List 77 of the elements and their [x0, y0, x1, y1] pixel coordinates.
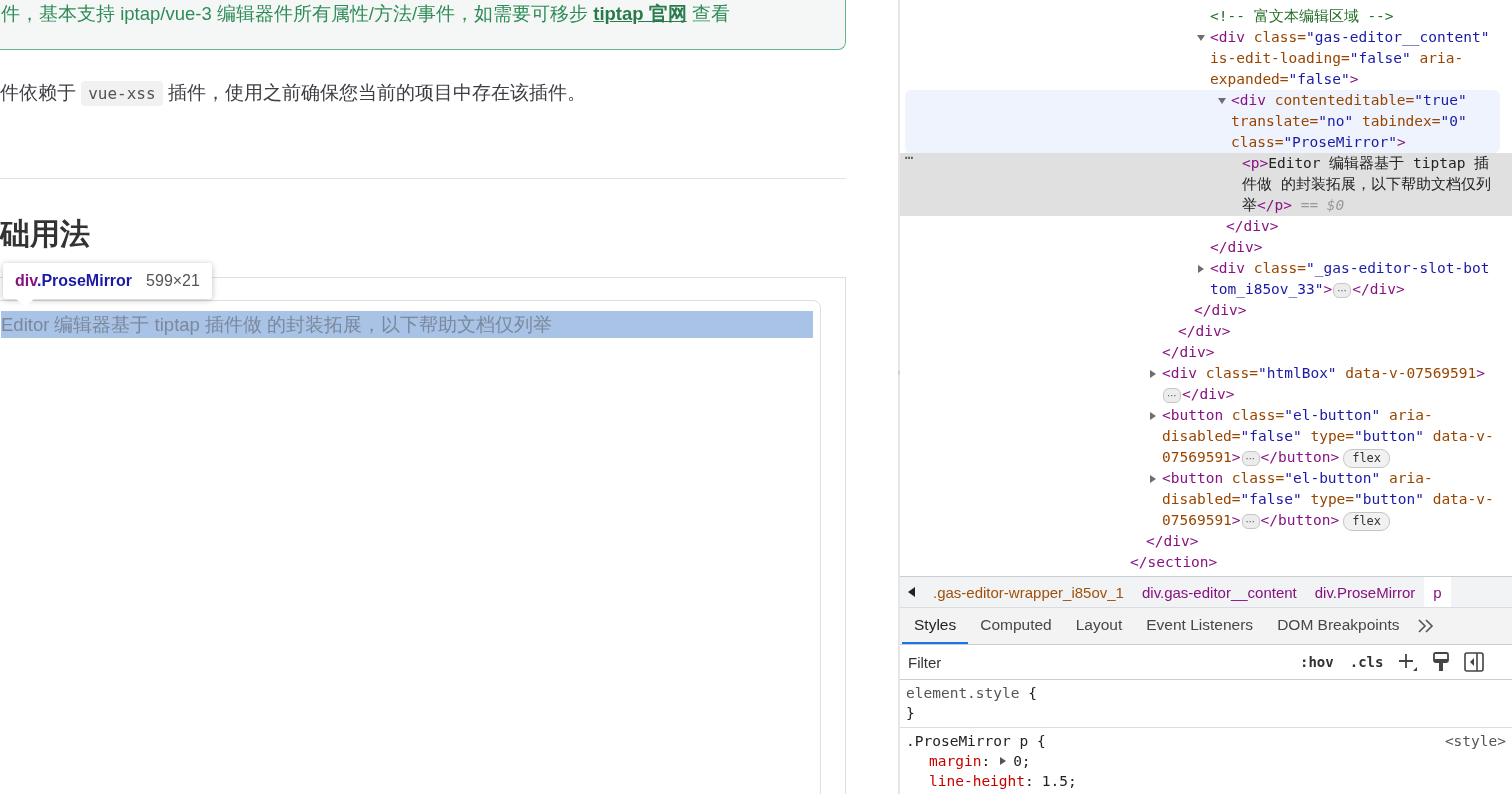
code-text: </div>	[1162, 343, 1215, 362]
code-text: </div>	[1182, 385, 1235, 404]
collapsed-triangle-icon[interactable]	[1196, 263, 1206, 274]
code-text: <p>Editor 编辑器基于 tiptap 插	[1242, 154, 1490, 173]
code-text: class="ProseMirror">	[1231, 133, 1406, 152]
dom-node[interactable]: <button class="el-button" aria- disabled="false" type="button" data-v- 07569591> ⋯ </button> flex	[900, 405, 1512, 468]
breadcrumb[interactable]: p	[1424, 577, 1451, 607]
panel-tab[interactable]: Computed	[968, 608, 1064, 644]
code-text: </div>	[1210, 238, 1263, 257]
breadcrumb[interactable]: div.gas-editor__content	[1132, 577, 1306, 607]
code-text: 举</p> == $0	[1242, 196, 1345, 215]
code-text: 07569591>	[1162, 448, 1241, 467]
panel-tab[interactable]: Layout	[1063, 608, 1135, 644]
code-text: <div class="htmlBox" data-v-07569591>	[1162, 364, 1486, 383]
code-text: <div contenteditable="true"	[1231, 91, 1467, 110]
code-text: <div class="_gas-editor-slot-bot	[1210, 259, 1490, 279]
code-text: </div>	[1178, 322, 1231, 341]
panel-tab[interactable]: Styles	[902, 608, 969, 644]
css-value: 1.5;	[1041, 772, 1077, 791]
tip-text: 件，基本支持 iptap/vue-3 编辑器件所有属性/方法/事件，如需要可移步 tiptap 官网 查看	[1, 2, 731, 26]
code-text: 件做 的封装拓展，以下帮助文档仅列	[1242, 175, 1491, 194]
dom-node[interactable]: <div class="_gas-editor-slot-bot tom_i85ov_33"> ⋯ </div>	[900, 258, 1512, 300]
css-selector: .ProseMirror p {	[906, 732, 1046, 751]
colon: :	[1025, 772, 1034, 791]
code-text: disabled="false" type="button" data-v-	[1162, 427, 1494, 446]
code-text: </section>	[1130, 553, 1218, 572]
hover-state-toggle[interactable]: :hov	[1295, 654, 1339, 670]
scroll-left-icon[interactable]	[908, 587, 916, 597]
css-property: line-height	[929, 772, 1026, 791]
colon: :	[981, 752, 991, 771]
flex-badge[interactable]: flex	[1343, 449, 1391, 468]
ellipsis-button[interactable]: ⋯	[1241, 451, 1260, 466]
tiptap-link[interactable]: tiptap 官网	[593, 3, 687, 24]
code-text: tom_i85ov_33">	[1210, 280, 1333, 300]
expanded-triangle-icon[interactable]	[1217, 95, 1227, 106]
dom-node[interactable]: <div class="gas-editor__content" is-edit-loading="false" aria- expanded="false">	[900, 27, 1512, 90]
dom-node[interactable]: <button class="el-button" aria- disabled="false" type="button" data-v- 07569591> ⋯ </button> flex	[900, 468, 1512, 531]
code-text: </div>	[1146, 532, 1199, 551]
expanded-triangle-icon[interactable]	[1196, 32, 1206, 43]
css-value: 0;	[1013, 752, 1031, 771]
breadcrumb[interactable]: .gas-editor-wrapper_i85ov_1	[924, 577, 1133, 607]
html-comment: <!-- 富文本编辑区域 -->	[1210, 7, 1394, 26]
code-text: disabled="false" type="button" data-v-	[1162, 490, 1494, 509]
dom-node[interactable]: <div class="htmlBox" data-v-07569591> ⋯ </div>	[900, 363, 1512, 405]
dom-node[interactable]: <!-- 富文本编辑区域 -->	[900, 6, 1512, 27]
panel-tab[interactable]: Event Listeners	[1134, 608, 1266, 644]
code-text: </div>	[1226, 217, 1279, 236]
dom-node[interactable]: ⋯ <p>Editor 编辑器基于 tiptap 插 件做 的封装拓展，以下帮助文档仅列 举</p> == $0	[900, 153, 1512, 216]
class-toggle[interactable]: .cls	[1344, 654, 1389, 670]
code-text: </div>	[1352, 280, 1405, 299]
code-text: </button>	[1260, 511, 1340, 530]
code-text: 07569591>	[1162, 511, 1241, 530]
css-selector: element.style {	[906, 684, 1037, 703]
ellipsis-button[interactable]: ⋯	[1241, 514, 1260, 529]
ellipsis-button[interactable]: ⋯	[1333, 283, 1352, 298]
code-text: expanded="false">	[1210, 70, 1359, 89]
dependency-note: 件依赖于 vue-xss 插件，使用之前确保您当前的项目中存在该插件。	[0, 80, 898, 107]
ellipsis-button[interactable]: ⋯	[1163, 388, 1181, 403]
code-text: is-edit-loading="false" aria-	[1210, 49, 1464, 68]
element-size: 599×21	[146, 272, 200, 290]
code-text: <button class="el-button" aria-	[1162, 406, 1433, 425]
breadcrumb[interactable]: div.ProseMirror	[1305, 577, 1425, 607]
code-text: <button class="el-button" aria-	[1162, 469, 1433, 488]
flex-badge[interactable]: flex	[1343, 512, 1391, 531]
code-text: </button>	[1260, 448, 1340, 467]
collapsed-triangle-icon[interactable]	[1148, 473, 1158, 484]
stylesheet-link[interactable]: <style>	[1444, 731, 1506, 751]
css-property: margin	[929, 752, 982, 771]
code-text: <div class="gas-editor__content"	[1210, 28, 1490, 48]
code-text: translate="no" tabindex="0"	[1231, 112, 1467, 131]
closing-brace: }	[906, 705, 915, 721]
panel-tab[interactable]: DOM Breakpoints	[1265, 608, 1412, 644]
element-name: div.ProseMirror	[15, 272, 133, 290]
collapsed-triangle-icon[interactable]	[1148, 368, 1158, 379]
code-text: </div>	[1194, 301, 1247, 320]
collapsed-triangle-icon[interactable]	[1148, 410, 1158, 421]
section-heading: 础用法	[0, 216, 91, 252]
